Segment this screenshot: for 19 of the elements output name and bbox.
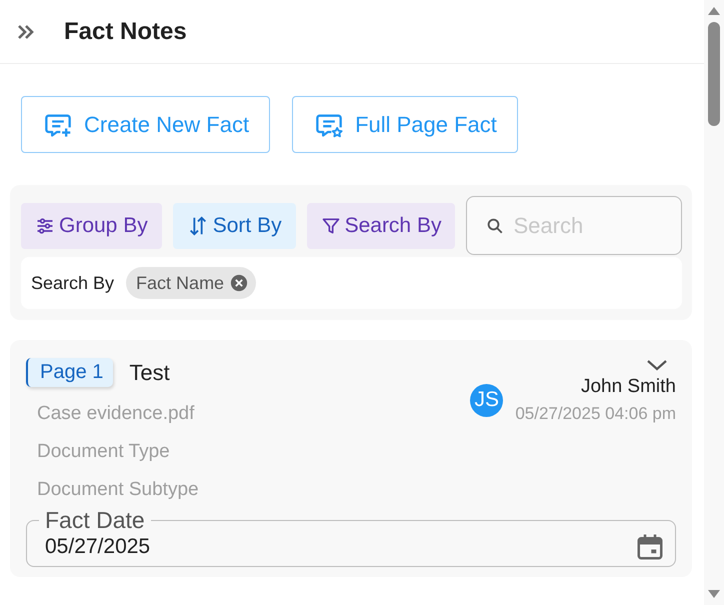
page-tag[interactable]: Page 1: [26, 358, 114, 387]
create-fact-button[interactable]: Create New Fact: [21, 96, 270, 153]
author-name: John Smith: [580, 376, 676, 398]
file-name: Case evidence.pdf: [37, 403, 196, 425]
field-label: Fact Date: [44, 509, 146, 532]
user-avatar: JS: [470, 384, 504, 416]
chip-label: Fact Name: [136, 272, 224, 294]
document-type: Document Type: [37, 441, 171, 463]
panel-title: Fact Notes: [64, 18, 187, 46]
fullpage-fact-button[interactable]: Full Page Fact: [292, 96, 518, 153]
fact-title: Test: [129, 360, 170, 386]
document-subtype: Document Subtype: [37, 479, 199, 501]
fact-date-field[interactable]: Fact Date 05/27/2025: [26, 509, 676, 567]
sort-button[interactable]: Sort By: [172, 202, 296, 248]
search-by-label: Search By: [31, 272, 114, 294]
timestamp: 05/27/2025 04:06 pm: [515, 404, 676, 424]
filter-button[interactable]: Search By: [306, 202, 456, 248]
group-button[interactable]: Group By: [21, 202, 162, 248]
date-value: 05/27/2025: [45, 535, 152, 559]
